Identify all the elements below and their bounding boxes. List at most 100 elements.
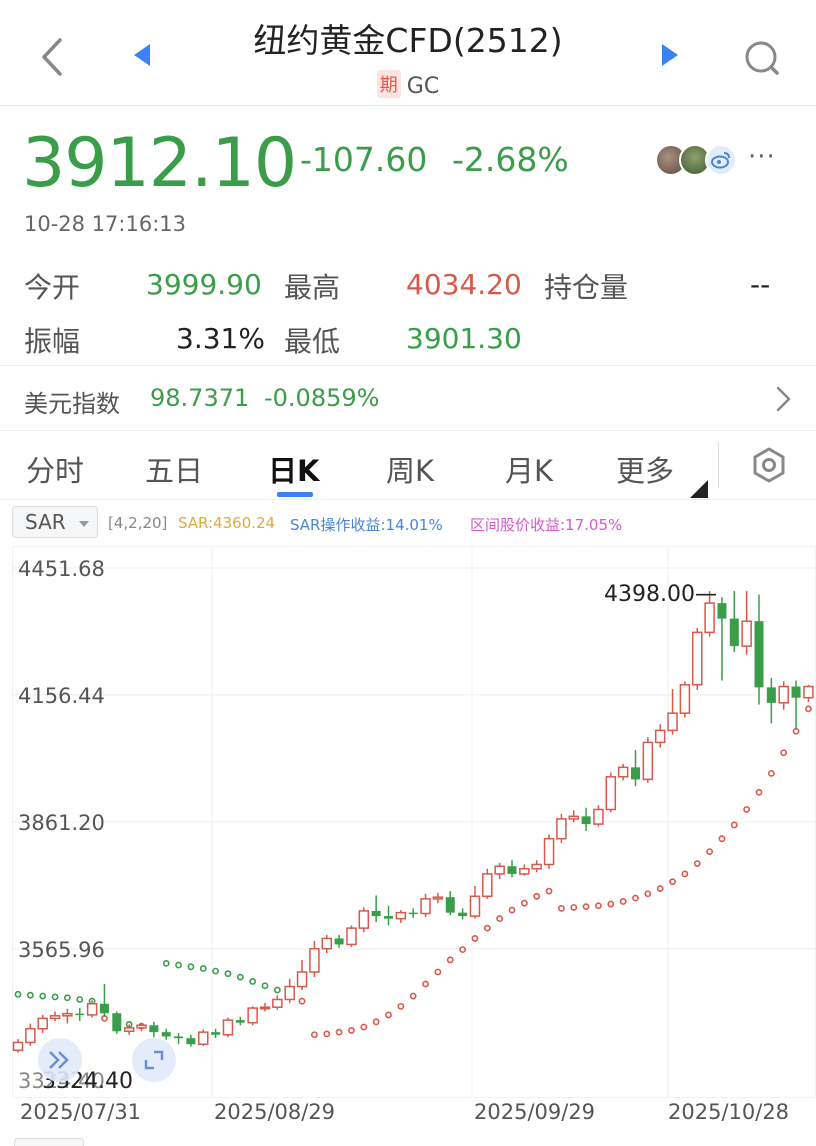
sar-point: [348, 1027, 355, 1034]
expand-left-icon[interactable]: [38, 1038, 82, 1082]
weibo-icon: [705, 144, 737, 176]
tab-weekly-k[interactable]: 周K: [386, 448, 434, 490]
amplitude-label: 振幅: [24, 325, 81, 358]
open-interest-value: --: [750, 268, 771, 301]
candle-body: [112, 1013, 122, 1032]
sar-point: [51, 993, 59, 1001]
symbol-code: GC: [406, 74, 440, 99]
y-tick-label: 3861.20: [18, 811, 105, 835]
next-contract-icon[interactable]: [660, 42, 680, 72]
x-tick-label: 2025/07/31: [20, 1100, 142, 1124]
sar-point: [360, 1023, 368, 1031]
high-value: 4034.20: [406, 268, 522, 301]
candle-body: [222, 1019, 234, 1036]
tab-intraday[interactable]: 分时: [26, 448, 84, 490]
candle-body: [432, 896, 444, 900]
sar-point: [187, 963, 195, 971]
low-label: 最低: [284, 325, 341, 358]
candle-body: [531, 863, 542, 870]
sar-point: [385, 1011, 392, 1019]
low-value: 3901.30: [406, 322, 522, 355]
sar-point: [397, 1002, 405, 1010]
candle-body: [37, 1017, 48, 1030]
candle-body: [469, 895, 481, 917]
candle-body: [334, 938, 344, 945]
candle-body: [296, 971, 308, 988]
candle-body: [259, 1006, 271, 1010]
candle-body: [704, 602, 715, 634]
futures-badge: 期: [376, 70, 401, 98]
sar-point: [706, 848, 713, 855]
candle-body: [729, 618, 739, 647]
tab-five-day[interactable]: 五日: [145, 448, 203, 490]
usd-index-row[interactable]: 美元指数 98.7371 -0.0859%: [0, 365, 816, 431]
sar-point: [483, 924, 491, 932]
sar-point: [780, 749, 788, 757]
candle-body: [605, 776, 617, 811]
candle-body: [568, 815, 579, 820]
price-change: -107.60: [300, 140, 428, 179]
sar-point: [422, 980, 429, 988]
tab-monthly-k[interactable]: 月K: [505, 448, 553, 490]
candle-body: [62, 1012, 73, 1017]
candle-body: [654, 729, 666, 744]
sar-point: [656, 885, 664, 892]
candle-body: [384, 916, 393, 919]
sar-point: [718, 835, 726, 843]
fullscreen-icon[interactable]: [132, 1038, 176, 1082]
y-tick-label: 4451.68: [18, 557, 105, 581]
sar-point: [570, 904, 578, 911]
x-tick-label: 2025/10/28: [668, 1100, 790, 1124]
candle-body: [556, 818, 567, 840]
sar-point: [26, 991, 34, 999]
sar-point: [619, 898, 627, 905]
sar-point: [545, 887, 553, 895]
candle-body: [99, 1003, 109, 1014]
sar-point: [508, 906, 516, 914]
candle-body: [803, 685, 814, 699]
usd-index-value: 98.7371: [150, 384, 250, 412]
candle-body: [778, 685, 789, 704]
candle-body: [408, 912, 418, 915]
candle-body: [679, 684, 691, 714]
sar-point: [644, 890, 652, 898]
open-interest-label: 持仓量: [544, 271, 629, 304]
candle-body: [198, 1031, 209, 1045]
candle-body: [420, 898, 431, 915]
candlestick-chart[interactable]: 4451.684156.443861.203565.964398.00—3324…: [12, 546, 816, 1098]
tab-more[interactable]: 更多: [616, 448, 674, 490]
top-bar: 纽约黄金CFD(2512) 期 GC: [0, 0, 816, 106]
candle-body: [507, 866, 517, 874]
sar-point: [533, 892, 541, 900]
candle-body: [445, 897, 455, 913]
sar-point: [298, 997, 306, 1005]
sar-point: [199, 965, 207, 972]
tab-daily-k[interactable]: 日K: [268, 448, 319, 490]
candle-body: [494, 865, 505, 875]
sar-point: [595, 902, 602, 910]
candle-body: [371, 910, 381, 917]
candle-body: [136, 1024, 147, 1029]
x-tick-label: 2025/08/29: [214, 1100, 336, 1124]
search-icon[interactable]: [742, 38, 782, 82]
sar-point: [496, 915, 504, 923]
quote-timestamp: 10-28 17:16:13: [24, 212, 187, 236]
chevron-down-icon: [79, 521, 89, 527]
chevron-right-icon: [772, 384, 794, 418]
sar-point: [323, 1030, 331, 1038]
discussion-avatars[interactable]: [655, 144, 745, 176]
last-price: 3912.10: [22, 124, 297, 203]
more-options-icon[interactable]: ···: [748, 142, 776, 172]
sub-indicator-row: [0, 1134, 816, 1146]
candle-body: [458, 912, 468, 917]
chart-settings-icon[interactable]: [750, 446, 788, 488]
sar-point: [249, 978, 257, 985]
indicator-select[interactable]: SAR: [12, 506, 98, 538]
sar-point: [273, 986, 281, 994]
sar-point: [434, 968, 442, 976]
sar-return: SAR操作收益:14.01%: [290, 516, 443, 534]
sar-point: [39, 992, 47, 1000]
usd-index-label: 美元指数: [24, 390, 120, 418]
sub-indicator-select[interactable]: [14, 1138, 84, 1146]
candle-body: [321, 937, 332, 950]
